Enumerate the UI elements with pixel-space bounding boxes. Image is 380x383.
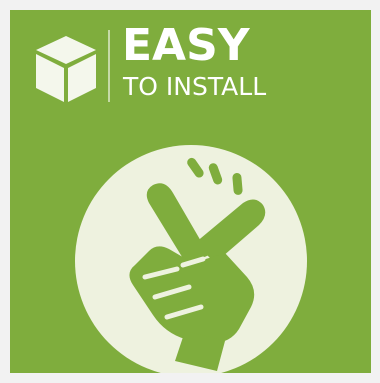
easy-to-install-badge: EASY TO INSTALL (10, 10, 371, 373)
badge-subtitle: TO INSTALL (123, 72, 267, 101)
finger-snap-icon (129, 157, 266, 371)
title-divider (108, 30, 110, 102)
cube-icon (36, 36, 96, 102)
badge-title: EASY (122, 20, 250, 71)
image-frame: EASY TO INSTALL (0, 0, 380, 383)
